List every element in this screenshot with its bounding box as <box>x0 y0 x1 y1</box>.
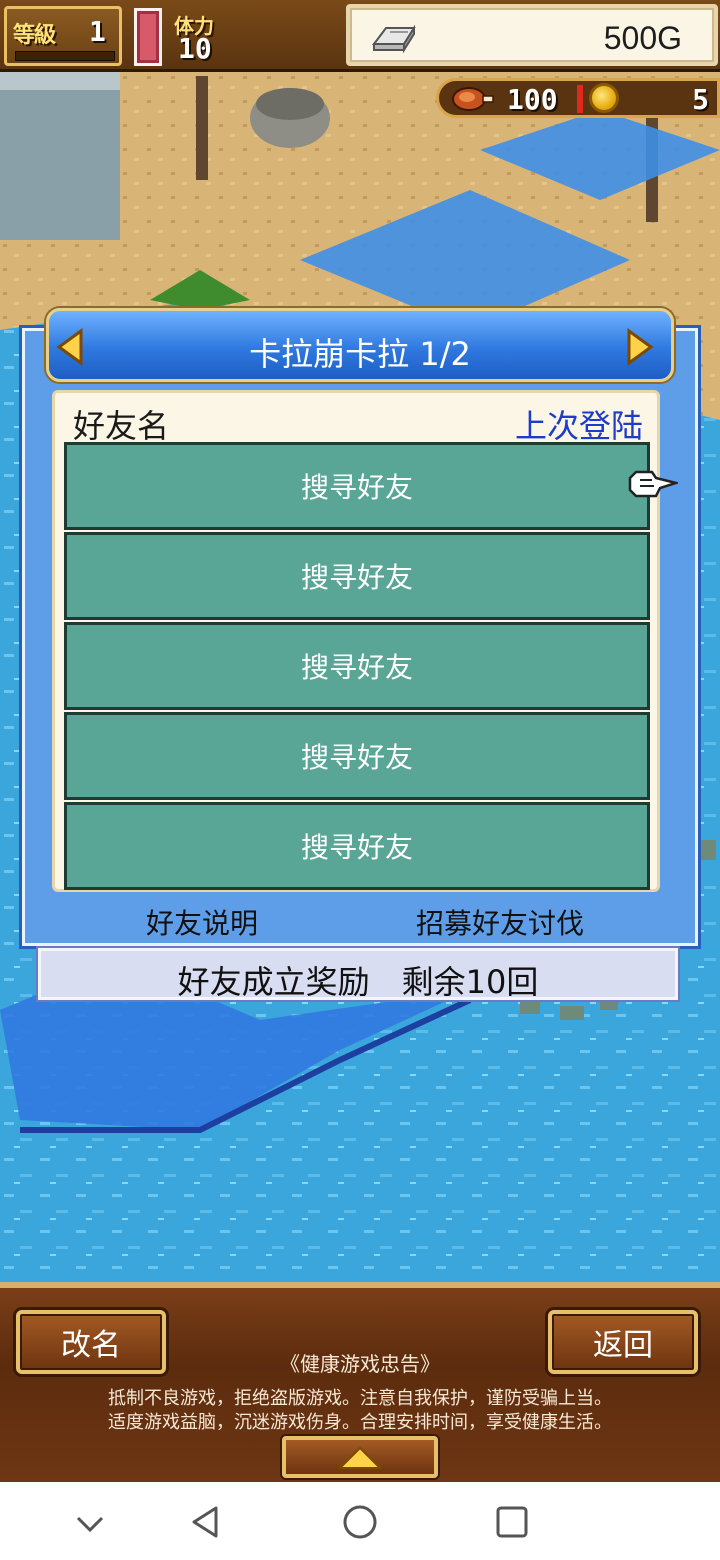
system-nav-bar <box>0 1482 720 1560</box>
friend-slot-label: 搜寻好友 <box>300 651 413 684</box>
recruit-friend-link[interactable]: 招募好友讨伐 <box>416 902 584 942</box>
level-value: 1 <box>89 15 106 48</box>
food-value: 100 <box>507 83 558 116</box>
gold-value: 500G <box>603 20 682 56</box>
friend-help-link[interactable]: 好友说明 <box>146 902 258 942</box>
medal-value: 5 <box>692 83 709 116</box>
dialog-title: 卡拉崩卡拉 1/2 <box>249 335 471 373</box>
stamina-value: 10 <box>178 32 212 65</box>
arrow-right-icon[interactable] <box>625 327 655 367</box>
resource-bar: 100 5 <box>436 78 720 118</box>
triangle-up-icon <box>338 1446 382 1469</box>
meat-icon <box>452 87 494 111</box>
health-notice-title: 《健康游戏忠告》 <box>280 1352 440 1376</box>
level-label: 等級 <box>13 23 56 48</box>
friend-slot-label: 搜寻好友 <box>300 561 413 594</box>
level-exp-bar <box>15 51 115 61</box>
friend-slot-2[interactable]: 搜寻好友 <box>64 532 650 620</box>
reward-text: 好友成立奖励 剩余10回 <box>177 963 539 1001</box>
health-notice-line-2: 适度游戏益脑，沉迷游戏伤身。合理安排时间，享受健康生活。 <box>108 1412 612 1433</box>
stamina-gauge <box>134 8 162 66</box>
health-notice-line-1: 抵制不良游戏，拒绝盗版游戏。注意自我保护，谨防受骗上当。 <box>108 1388 612 1409</box>
coin-icon <box>589 83 619 113</box>
top-status-bar: 等級 1 体力 10 500G <box>0 0 720 72</box>
bottom-panel: 改名 返回 《健康游戏忠告》 抵制不良游戏，拒绝盗版游戏。注意自我保护，谨防受骗… <box>0 1282 720 1482</box>
friend-slot-label: 搜寻好友 <box>300 471 413 504</box>
level-box: 等級 1 <box>4 6 122 66</box>
back-triangle-icon[interactable] <box>186 1502 226 1542</box>
friend-slot-5[interactable]: 搜寻好友 <box>64 802 650 890</box>
silver-ingot-icon <box>372 24 416 54</box>
pointing-hand-icon <box>628 470 678 498</box>
chevron-down-icon[interactable] <box>70 1502 110 1542</box>
friend-reward-bar: 好友成立奖励 剩余10回 <box>38 948 678 1001</box>
friend-slot-3[interactable]: 搜寻好友 <box>64 622 650 710</box>
food-gauge-tick <box>577 85 583 113</box>
friend-slot-4[interactable]: 搜寻好友 <box>64 712 650 800</box>
friend-slot-1[interactable]: 搜寻好友 <box>64 442 650 530</box>
header-last-login: 上次登陆 <box>514 407 643 445</box>
gold-panel: 500G <box>346 4 718 66</box>
expand-menu-button[interactable] <box>282 1436 438 1478</box>
header-friend-name: 好友名 <box>73 407 170 445</box>
stamina-box: 体力 10 <box>170 6 340 66</box>
home-circle-icon[interactable] <box>340 1502 380 1542</box>
friend-slot-label: 搜寻好友 <box>300 741 413 774</box>
friend-slot-label: 搜寻好友 <box>300 831 413 864</box>
dialog-title-bar: 卡拉崩卡拉 1/2 <box>46 308 674 382</box>
recent-apps-icon[interactable] <box>492 1502 532 1542</box>
